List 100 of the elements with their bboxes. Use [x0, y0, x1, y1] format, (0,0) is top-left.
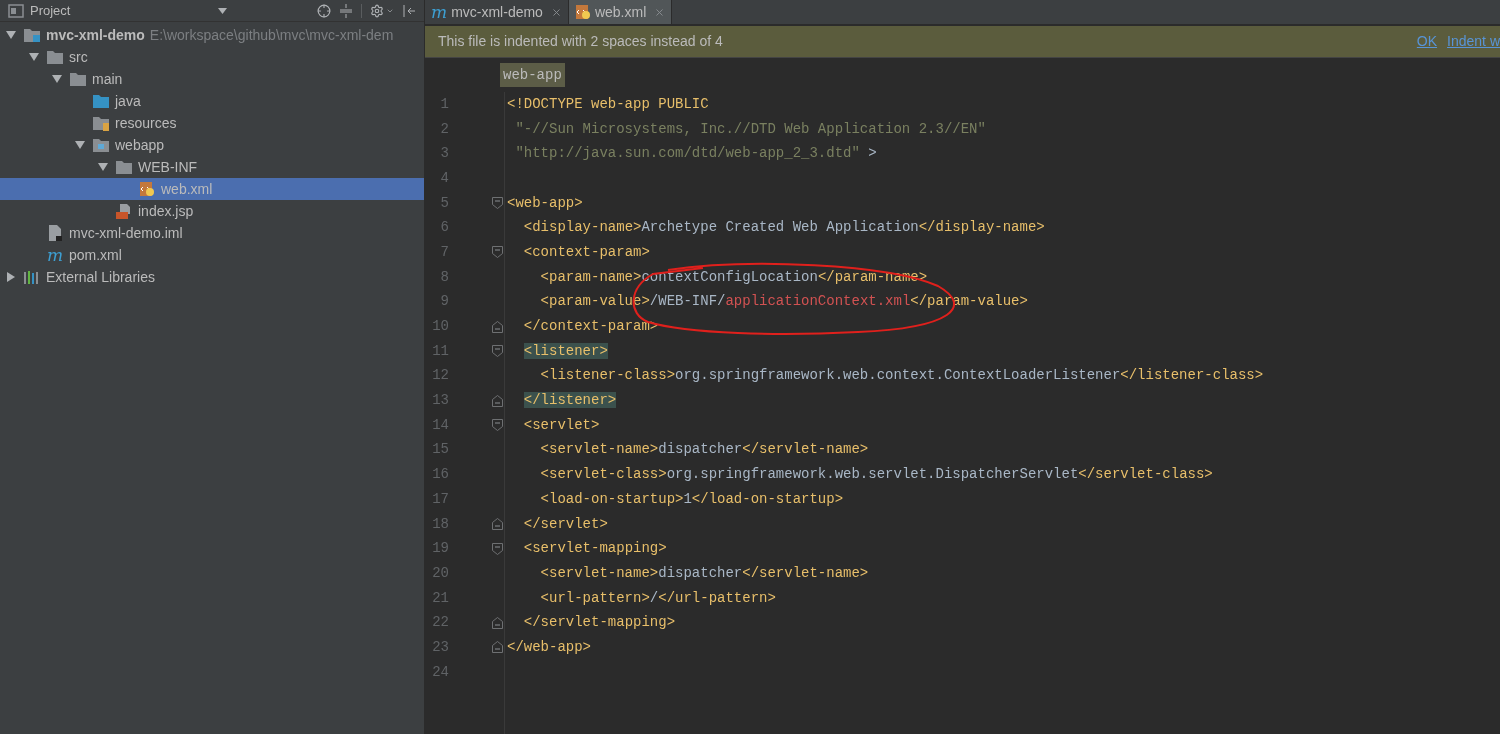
unfold-marker-icon[interactable] [491, 394, 503, 407]
collapse-all-icon[interactable] [339, 3, 353, 18]
code-line: "-//Sun Microsystems, Inc.//DTD Web Application 2.3//EN" [514, 119, 986, 139]
tree-label: java [115, 91, 141, 111]
unfold-marker-icon[interactable] [491, 320, 503, 333]
project-icon [8, 3, 24, 18]
line-number: 20 [431, 563, 449, 583]
expand-arrow-icon[interactable] [75, 140, 85, 150]
tree-item[interactable]: m pom.xml [0, 244, 424, 266]
maven-icon: m [431, 3, 448, 21]
line-number: 10 [431, 317, 449, 337]
tree-item[interactable]: resources [0, 112, 424, 134]
unfold-marker-icon[interactable] [491, 616, 503, 629]
tree-label: resources [115, 113, 177, 133]
collapse-arrow-icon[interactable] [6, 272, 16, 282]
tree-item[interactable]: main [0, 68, 424, 90]
code-line: <listener-class>org.springframework.web.context.ContextLoaderListener</listener-class> [539, 366, 1264, 386]
expand-arrow-icon[interactable] [52, 74, 62, 84]
xml-file-icon [574, 4, 591, 20]
line-number: 11 [431, 341, 449, 361]
fold-marker-icon[interactable] [491, 542, 503, 555]
unfold-marker-icon[interactable] [491, 641, 503, 654]
locate-icon[interactable] [317, 3, 331, 18]
code-line: </context-param> [522, 317, 659, 337]
line-number: 24 [431, 662, 449, 682]
tree-item[interactable]: mvc-xml-demo.iml [0, 222, 424, 244]
line-number: 22 [431, 613, 449, 633]
code-line: <servlet> [522, 415, 600, 435]
tree-item[interactable]: mvc-xml-demo E:\workspace\github\mvc\mvc-xml-dem [0, 24, 424, 46]
folder-icon [69, 71, 87, 87]
line-number: 2 [439, 119, 449, 139]
tree-label: index.jsp [138, 201, 194, 221]
line-number: 8 [439, 267, 449, 287]
tree-item[interactable]: webapp [0, 134, 424, 156]
breadcrumb[interactable]: web-app [500, 63, 565, 87]
code-line: <display-name>Archetype Created Web Application</display-name> [522, 218, 1045, 238]
code-line: <servlet-name>dispatcher</servlet-name> [539, 440, 869, 460]
tree-label: mvc-xml-demo [46, 25, 145, 45]
close-icon[interactable] [654, 6, 666, 18]
line-number: 6 [439, 218, 449, 238]
settings-icon[interactable] [370, 3, 384, 18]
code-line: <!DOCTYPE web-app PUBLIC [507, 94, 709, 114]
code-line: </servlet> [522, 514, 608, 534]
code-line: </web-app> [507, 637, 591, 657]
line-number: 1 [439, 94, 449, 114]
code-line: <servlet-class>org.springframework.web.servlet.DispatcherServlet</servlet-class> [539, 465, 1213, 485]
tree-item[interactable]: index.jsp [0, 200, 424, 222]
code-line: "http://java.sun.com/dtd/web-app_2_3.dtd" > [514, 144, 877, 164]
tree-item[interactable]: src [0, 46, 424, 68]
folder-icon [115, 159, 133, 175]
fold-marker-icon[interactable] [491, 345, 503, 358]
tree-label: mvc-xml-demo.iml [69, 223, 183, 243]
dropdown-caret-icon[interactable] [218, 7, 228, 14]
unfold-marker-icon[interactable] [491, 518, 503, 531]
fold-marker-icon[interactable] [491, 419, 503, 432]
line-number: 4 [439, 168, 449, 188]
xml-file-icon [139, 181, 155, 197]
notification-message: This file is indented with 2 spaces instead of 4 [438, 32, 723, 51]
line-number: 19 [431, 539, 449, 559]
line-number: 12 [431, 366, 449, 386]
line-number: 17 [431, 489, 449, 509]
expand-arrow-icon[interactable] [98, 162, 108, 172]
tree-label: pom.xml [69, 245, 122, 265]
tree-label: External Libraries [46, 267, 155, 287]
line-number: 15 [431, 440, 449, 460]
line-number: 21 [431, 588, 449, 608]
editor-tab[interactable]: web.xml [568, 0, 673, 24]
code-line: <url-pattern>/</url-pattern> [539, 588, 776, 608]
fold-marker-icon[interactable] [491, 197, 503, 210]
line-number: 5 [439, 193, 449, 213]
line-number: 3 [439, 144, 449, 164]
panel-title: Project [30, 1, 71, 20]
path-hint: E:\workspace\github\mvc\mvc-xml-dem [149, 25, 394, 45]
expand-arrow-icon[interactable] [29, 52, 39, 62]
code-line: <web-app> [507, 193, 583, 213]
module-folder-icon [23, 27, 41, 43]
folder-icon [92, 93, 110, 109]
line-number: 7 [439, 242, 449, 262]
code-line: <servlet-name>dispatcher</servlet-name> [539, 563, 869, 583]
code-line: <load-on-startup>1</load-on-startup> [539, 489, 844, 509]
tree-item[interactable]: WEB-INF [0, 156, 424, 178]
hide-panel-icon[interactable] [402, 3, 416, 18]
folder-icon [46, 49, 64, 65]
line-number: 16 [431, 465, 449, 485]
fold-marker-icon[interactable] [491, 246, 503, 259]
line-number: 9 [439, 292, 449, 312]
code-line: <context-param> [522, 242, 650, 262]
code-line: </servlet-mapping> [522, 613, 676, 633]
maven-icon: m [46, 246, 64, 264]
line-number: 23 [431, 637, 449, 657]
tree-label: src [69, 47, 88, 67]
tree-label: webapp [115, 135, 165, 155]
tree-item[interactable]: External Libraries [0, 266, 424, 288]
expand-arrow-icon[interactable] [6, 30, 16, 40]
tree-label: web.xml [161, 179, 213, 199]
tree-item[interactable]: java [0, 90, 424, 112]
tree-label: WEB-INF [138, 157, 198, 177]
close-icon[interactable] [550, 6, 562, 18]
file-icon [47, 224, 63, 242]
code-line: <servlet-mapping> [522, 539, 667, 559]
